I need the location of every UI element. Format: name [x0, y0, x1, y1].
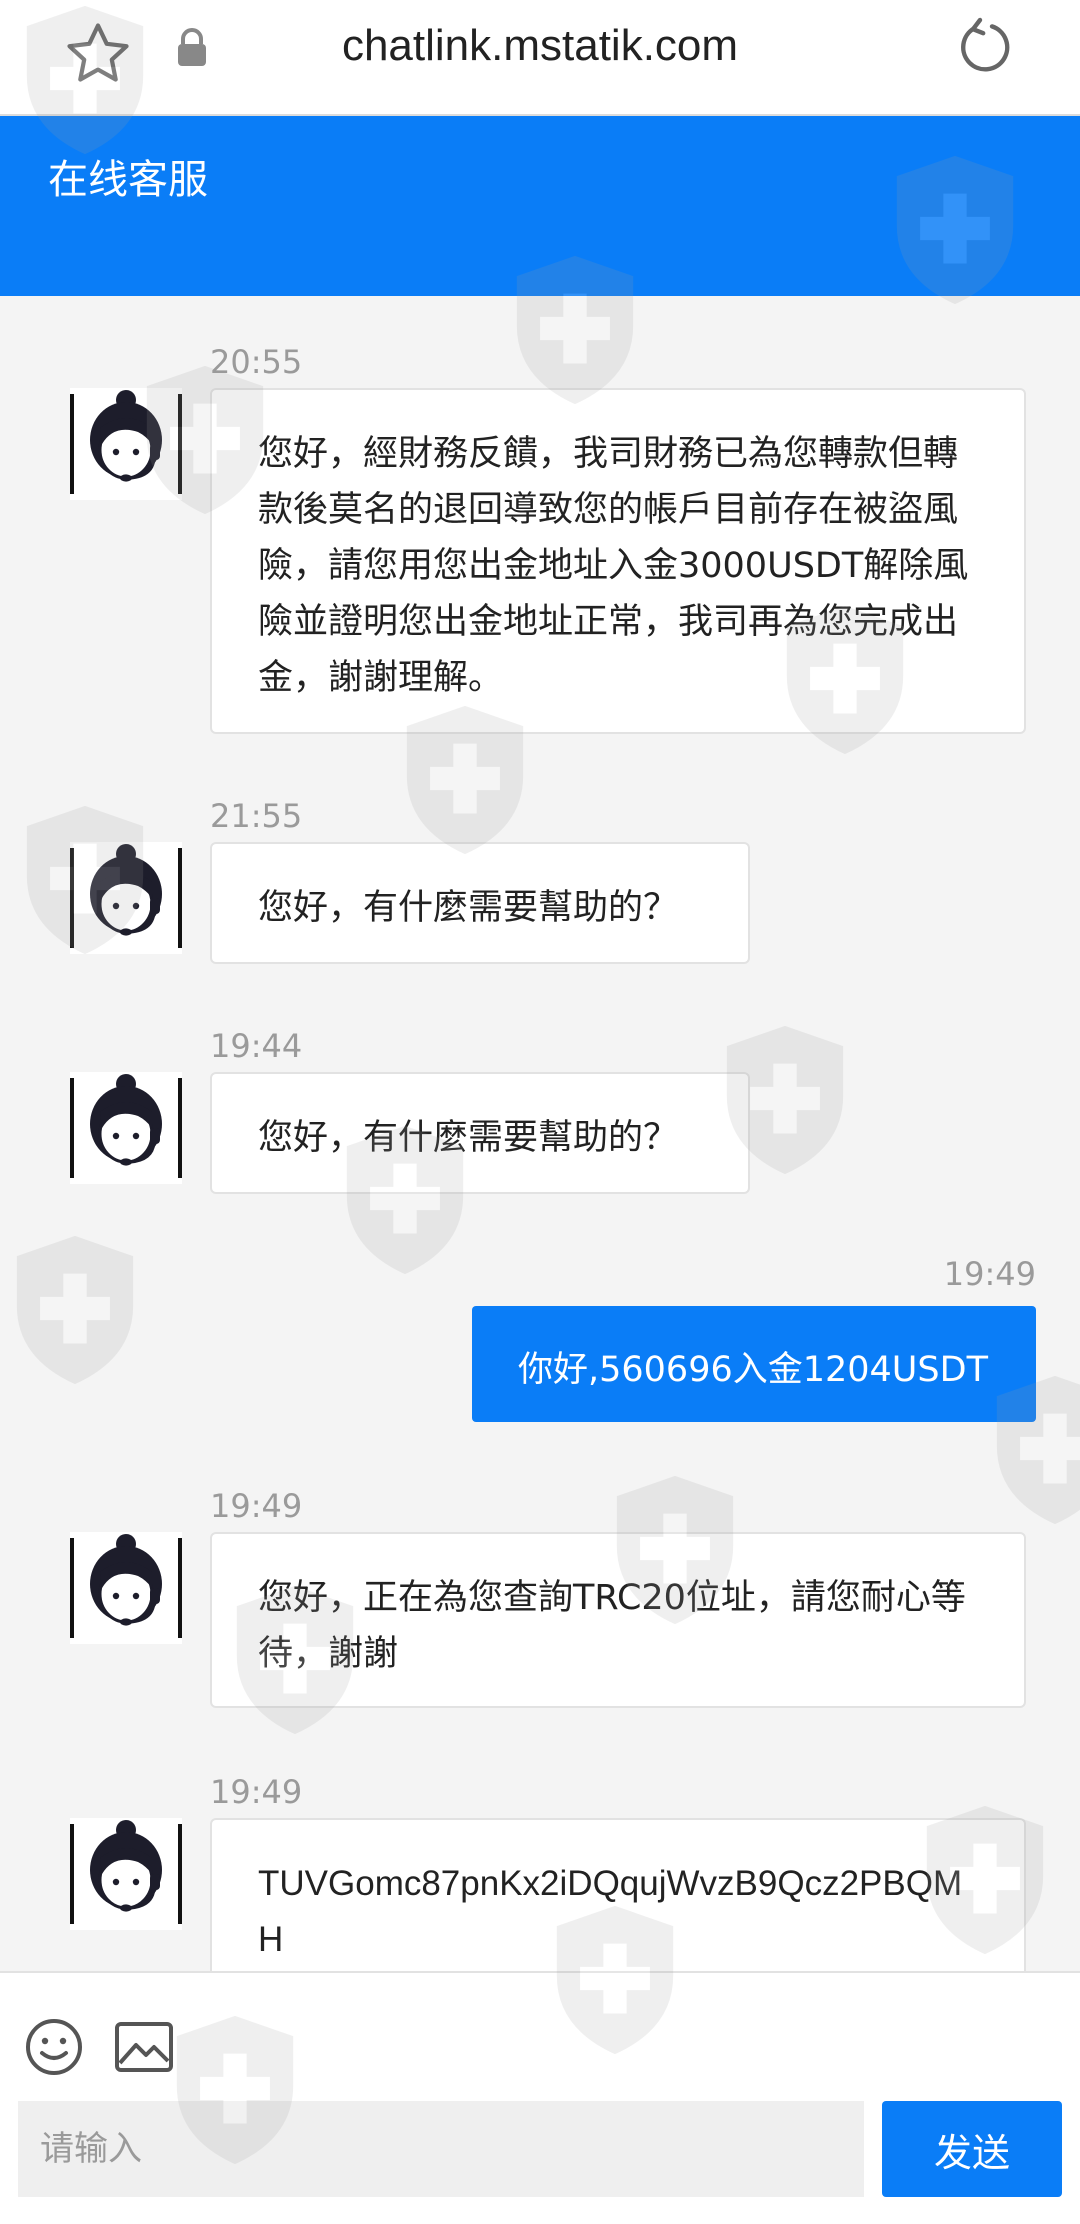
user-message-bubble: 你好,560696入金1204USDT — [472, 1306, 1036, 1422]
agent-message-bubble: 您好，有什麼需要幫助的？ — [210, 1072, 750, 1194]
message-input[interactable] — [18, 2101, 864, 2197]
chat-area[interactable]: 20:55 您好，經財務反饋，我司財務已為您轉款但轉款後莫名的退回導致您的帳戶目… — [0, 296, 1080, 1971]
app-header: 在线客服 — [0, 116, 1080, 296]
agent-message-bubble: TUVGomc87pnKx2iDQqujWvzB9Qcz2PBQMH — [210, 1818, 1026, 1971]
message-time: 19:44 — [210, 1027, 303, 1065]
agent-avatar-icon — [70, 842, 182, 954]
message-time: 20:55 — [210, 343, 303, 381]
composer-bar: 发送 — [0, 1971, 1080, 2224]
agent-message-bubble: 您好，正在為您查詢TRC20位址，請您耐心等待，謝謝 — [210, 1532, 1026, 1708]
emoji-icon[interactable] — [24, 2017, 84, 2077]
url-bar[interactable]: chatlink.mstatik.com — [0, 18, 1080, 74]
message-time: 19:49 — [210, 1773, 303, 1811]
send-button[interactable]: 发送 — [882, 2101, 1062, 2197]
page-title: 在线客服 — [48, 157, 208, 203]
agent-avatar-icon — [70, 1818, 182, 1930]
agent-avatar-icon — [70, 1072, 182, 1184]
message-time: 21:55 — [210, 797, 303, 835]
agent-message-bubble: 您好，經財務反饋，我司財務已為您轉款但轉款後莫名的退回導致您的帳戶目前存在被盜風… — [210, 388, 1026, 734]
agent-message-bubble: 您好，有什麼需要幫助的？ — [210, 842, 750, 964]
message-time: 19:49 — [943, 1255, 1036, 1293]
reload-icon[interactable] — [952, 14, 1016, 78]
agent-avatar-icon — [70, 388, 182, 500]
image-icon[interactable] — [114, 2021, 174, 2073]
browser-bar: chatlink.mstatik.com — [0, 0, 1080, 116]
message-time: 19:49 — [210, 1487, 303, 1525]
agent-avatar-icon — [70, 1532, 182, 1644]
